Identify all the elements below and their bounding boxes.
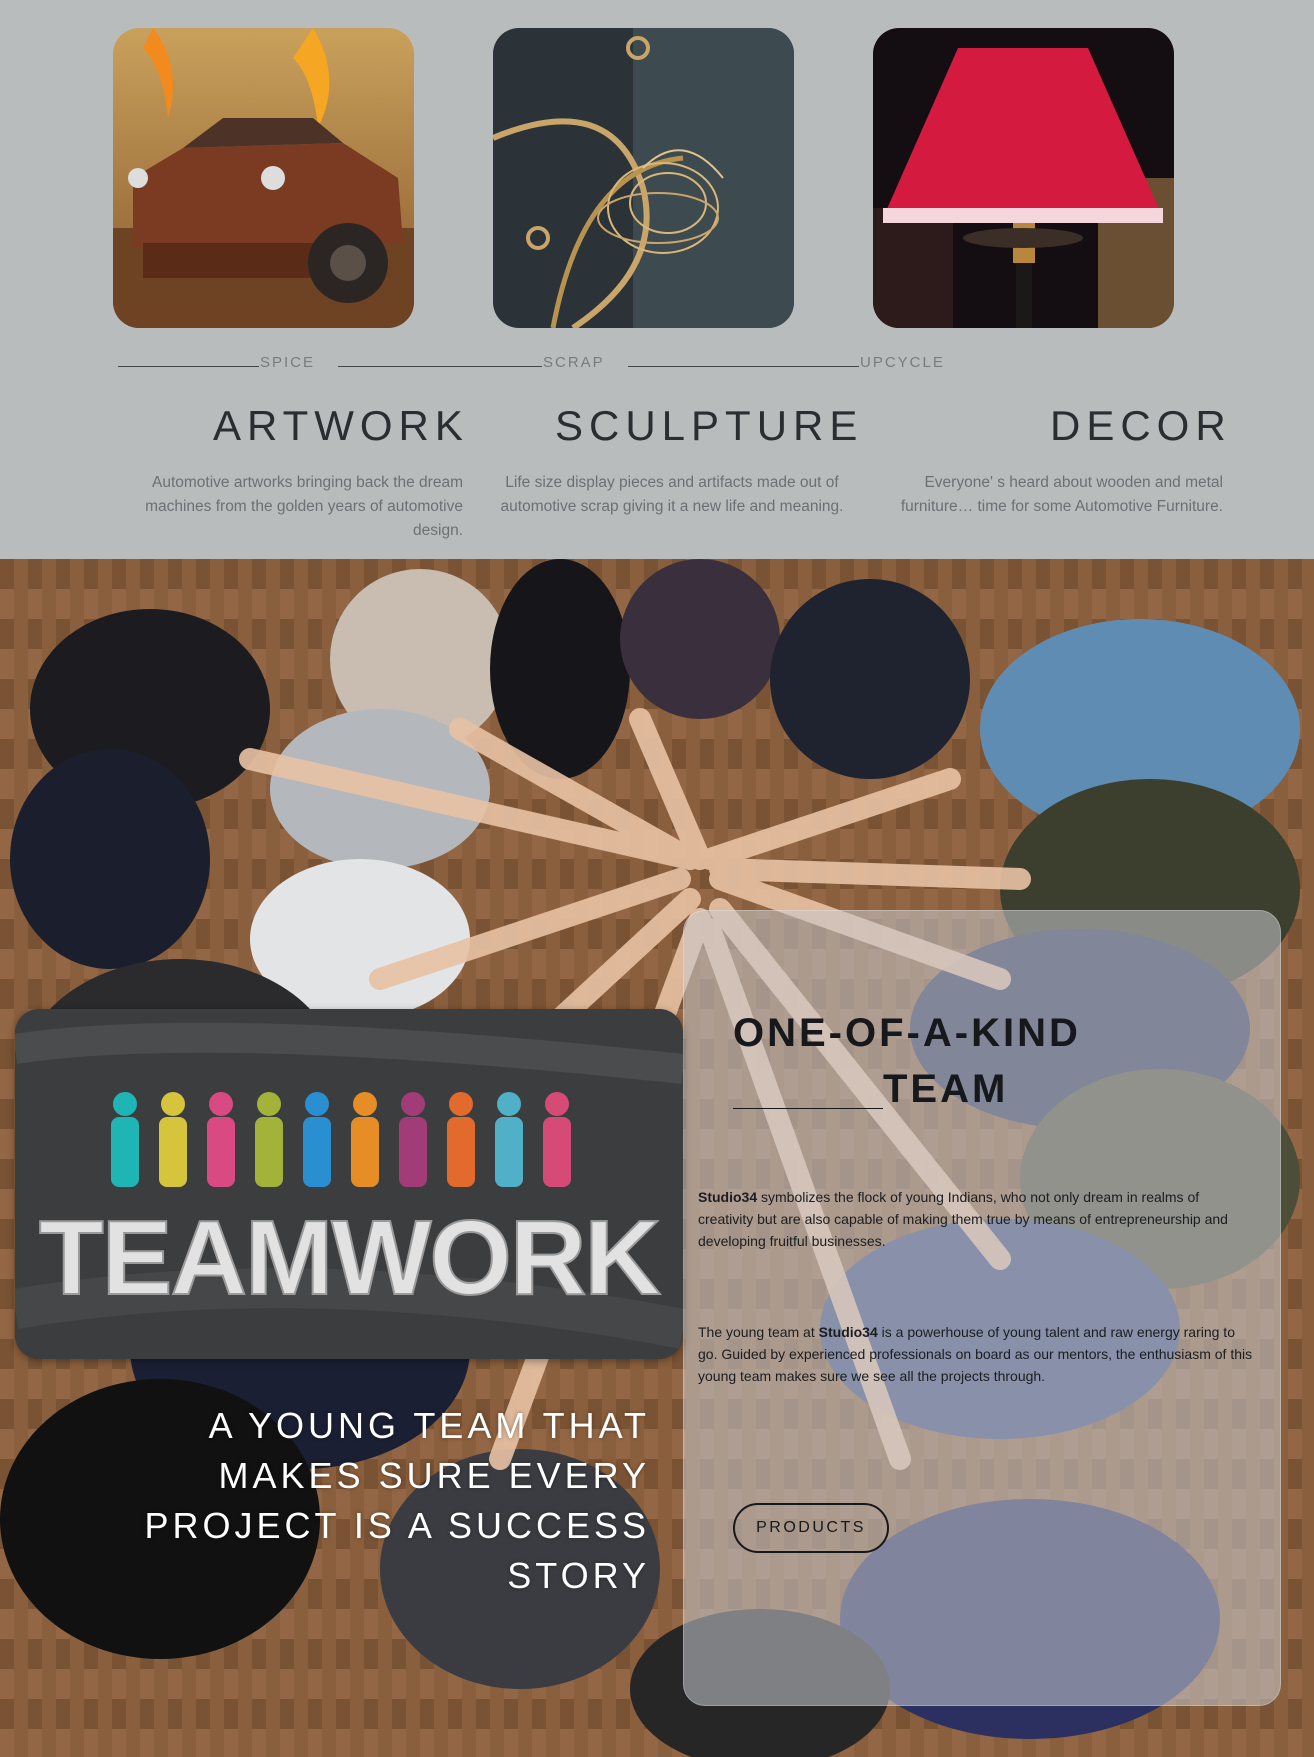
team-paragraph-2: The young team at Studio34 is a powerhou…: [698, 1321, 1258, 1387]
decor-kicker: UPCYCLE: [628, 354, 945, 371]
decor-kicker-label: UPCYCLE: [860, 354, 945, 371]
scrap-metal-sculpture-icon: [493, 28, 794, 328]
artwork-kicker: SPICE: [118, 354, 315, 371]
team-heading: ONE-OF-A-KIND TEAM: [733, 1005, 1163, 1117]
team-heading-line2: TEAM: [733, 1061, 1163, 1117]
decor-description: Everyone' s heard about wooden and metal…: [900, 474, 1223, 515]
sculpture-kicker-label: SCRAP: [543, 354, 605, 371]
sculpture-title: SCULPTURE: [555, 402, 864, 449]
team-section: TEAMWORK A YOUNG TEAM THAT MAKES SURE EV…: [0, 559, 1314, 1757]
red-lamp-gear-icon: [873, 28, 1174, 328]
kicker-rule: [628, 366, 859, 367]
artwork-title: ARTWORK: [213, 402, 469, 449]
team-heading-line2-text: TEAM: [883, 1067, 1009, 1111]
artwork-description: Automotive artworks bringing back the dr…: [145, 474, 463, 539]
teamwork-chalkboard-icon: TEAMWORK: [15, 1009, 683, 1359]
brand-name: Studio34: [818, 1324, 878, 1340]
kicker-rule: [118, 366, 259, 367]
team-paragraph-1: Studio34 symbolizes the flock of young I…: [698, 1186, 1258, 1252]
sculpture-image[interactable]: [493, 28, 794, 328]
artwork-kicker-label: SPICE: [260, 354, 316, 371]
team-tagline: A YOUNG TEAM THAT MAKES SURE EVERY PROJE…: [144, 1405, 650, 1596]
artwork-image[interactable]: [113, 28, 414, 328]
paragraph-2-prefix: The young team at: [698, 1324, 819, 1340]
services-section: SPICE SCRAP UPCYCLE ARTWORK SCULPTURE DE…: [0, 0, 1314, 559]
teamwork-image: TEAMWORK: [15, 1009, 683, 1359]
sculpture-description: Life size display pieces and artifacts m…: [500, 474, 844, 515]
decor-title: DECOR: [1050, 402, 1232, 449]
hot-rod-car-artwork-icon: [113, 28, 414, 328]
team-heading-line1: ONE-OF-A-KIND: [733, 1011, 1081, 1055]
paragraph-1-text: symbolizes the flock of young Indians, w…: [698, 1189, 1228, 1249]
products-button[interactable]: PRODUCTS: [733, 1503, 889, 1553]
kicker-rule: [338, 366, 542, 367]
teamwork-word: TEAMWORK: [39, 1199, 660, 1317]
decor-image[interactable]: [873, 28, 1174, 328]
brand-name: Studio34: [698, 1189, 758, 1205]
sculpture-kicker: SCRAP: [338, 354, 605, 371]
heading-rule: [733, 1108, 883, 1109]
